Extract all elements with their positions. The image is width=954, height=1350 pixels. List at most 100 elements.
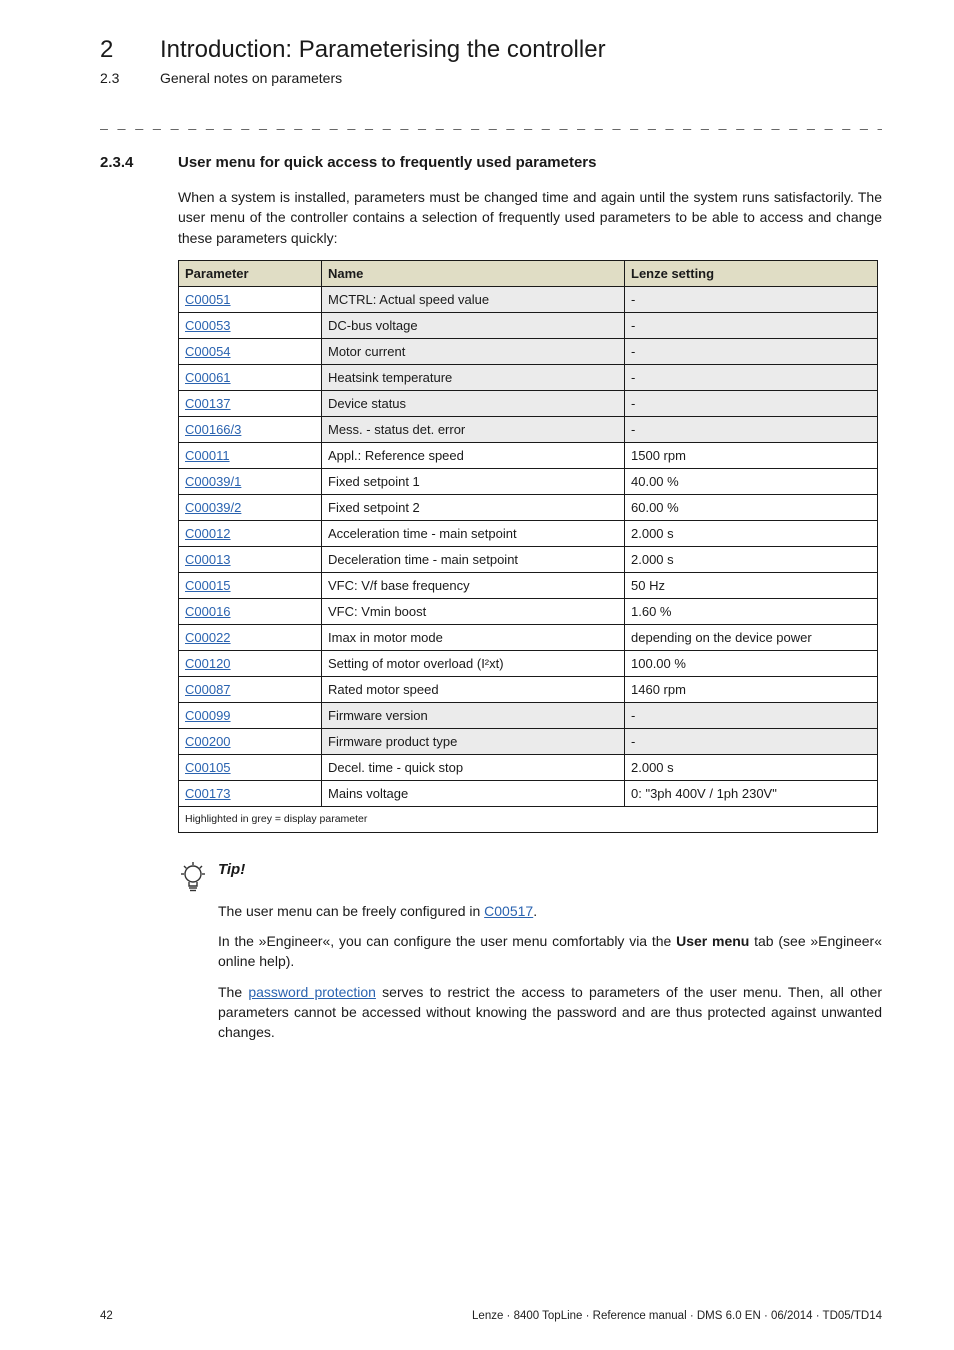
cell-parameter: C00039/1 (179, 468, 322, 494)
cell-setting: - (625, 702, 878, 728)
subsection-number: 2.3.4 (100, 154, 146, 171)
tip-heading: Tip! (218, 861, 245, 878)
param-link[interactable]: C00051 (185, 292, 231, 307)
section-title: General notes on parameters (160, 70, 342, 86)
table-row: C00120 Setting of motor overload (I²xt)10… (179, 650, 878, 676)
separator-line: _ _ _ _ _ _ _ _ _ _ _ _ _ _ _ _ _ _ _ _ … (100, 114, 882, 130)
subsection-title: User menu for quick access to frequently… (178, 154, 596, 171)
cell-name: Imax in motor mode (322, 624, 625, 650)
cell-name: Appl.: Reference speed (322, 442, 625, 468)
intro-paragraph: When a system is installed, parameters m… (178, 187, 882, 248)
param-link[interactable]: C00137 (185, 396, 231, 411)
link-password-protection[interactable]: password protection (248, 984, 376, 1000)
param-link[interactable]: C00200 (185, 734, 231, 749)
cell-name: Mains voltage (322, 780, 625, 806)
chapter-number: 2 (100, 36, 128, 64)
cell-name: Fixed setpoint 2 (322, 494, 625, 520)
table-row: C00105Decel. time - quick stop2.000 s (179, 754, 878, 780)
param-link[interactable]: C00173 (185, 786, 231, 801)
cell-setting: - (625, 312, 878, 338)
cell-parameter: C00053 (179, 312, 322, 338)
cell-name: Firmware version (322, 702, 625, 728)
link-c00517[interactable]: C00517 (484, 903, 533, 919)
col-header-name: Name (322, 260, 625, 286)
cell-setting: - (625, 364, 878, 390)
table-row: C00166/3Mess. - status det. error- (179, 416, 878, 442)
cell-parameter: C00061 (179, 364, 322, 390)
table-row: C00200Firmware product type- (179, 728, 878, 754)
cell-parameter: C00137 (179, 390, 322, 416)
param-link[interactable]: C00105 (185, 760, 231, 775)
cell-parameter: C00087 (179, 676, 322, 702)
cell-parameter: C00013 (179, 546, 322, 572)
tip-paragraph-1: The user menu can be freely configured i… (218, 901, 882, 921)
table-row: C00015 VFC: V/f base frequency50 Hz (179, 572, 878, 598)
cell-setting: 100.00 % (625, 650, 878, 676)
cell-parameter: C00011 (179, 442, 322, 468)
cell-setting: 50 Hz (625, 572, 878, 598)
cell-parameter: C00105 (179, 754, 322, 780)
param-link[interactable]: C00120 (185, 656, 231, 671)
table-row: C00013Deceleration time - main setpoint2… (179, 546, 878, 572)
cell-parameter: C00200 (179, 728, 322, 754)
param-link[interactable]: C00087 (185, 682, 231, 697)
cell-setting: 2.000 s (625, 546, 878, 572)
cell-name: Setting of motor overload (I²xt) (322, 650, 625, 676)
cell-setting: 1.60 % (625, 598, 878, 624)
table-row: C00011Appl.: Reference speed1500 rpm (179, 442, 878, 468)
chapter-title: Introduction: Parameterising the control… (160, 36, 606, 64)
cell-name: Device status (322, 390, 625, 416)
param-link[interactable]: C00061 (185, 370, 231, 385)
cell-parameter: C00051 (179, 286, 322, 312)
param-link[interactable]: C00039/2 (185, 500, 241, 515)
cell-setting: depending on the device power (625, 624, 878, 650)
cell-name: MCTRL: Actual speed value (322, 286, 625, 312)
param-link[interactable]: C00015 (185, 578, 231, 593)
cell-parameter: C00015 (179, 572, 322, 598)
lightbulb-icon (178, 861, 208, 895)
cell-setting: - (625, 390, 878, 416)
cell-name: DC-bus voltage (322, 312, 625, 338)
table-row: C00039/1Fixed setpoint 140.00 % (179, 468, 878, 494)
table-row: C00012 Acceleration time - main setpoint2… (179, 520, 878, 546)
param-link[interactable]: C00016 (185, 604, 231, 619)
param-link[interactable]: C00022 (185, 630, 231, 645)
param-link[interactable]: C00054 (185, 344, 231, 359)
cell-name: Heatsink temperature (322, 364, 625, 390)
cell-setting: 60.00 % (625, 494, 878, 520)
table-row: C00087Rated motor speed1460 rpm (179, 676, 878, 702)
footer-info: Lenze · 8400 TopLine · Reference manual … (472, 1310, 882, 1322)
param-link[interactable]: C00053 (185, 318, 231, 333)
cell-setting: - (625, 416, 878, 442)
table-row: C00099 Firmware version- (179, 702, 878, 728)
cell-name: Motor current (322, 338, 625, 364)
cell-parameter: C00039/2 (179, 494, 322, 520)
cell-name: VFC: V/f base frequency (322, 572, 625, 598)
cell-parameter: C00166/3 (179, 416, 322, 442)
cell-setting: - (625, 338, 878, 364)
cell-setting: 0: "3ph 400V / 1ph 230V" (625, 780, 878, 806)
cell-parameter: C00173 (179, 780, 322, 806)
page-number: 42 (100, 1310, 113, 1322)
table-row: C00061 Heatsink temperature- (179, 364, 878, 390)
param-link[interactable]: C00039/1 (185, 474, 241, 489)
cell-setting: - (625, 286, 878, 312)
param-link[interactable]: C00099 (185, 708, 231, 723)
cell-setting: 40.00 % (625, 468, 878, 494)
table-row: C00039/2 Fixed setpoint 260.00 % (179, 494, 878, 520)
parameter-table: Parameter Name Lenze setting C00051MCTRL… (178, 260, 878, 833)
param-link[interactable]: C00011 (185, 448, 230, 463)
param-link[interactable]: C00166/3 (185, 422, 241, 437)
cell-name: Decel. time - quick stop (322, 754, 625, 780)
param-link[interactable]: C00013 (185, 552, 231, 567)
cell-name: Acceleration time - main setpoint (322, 520, 625, 546)
cell-name: VFC: Vmin boost (322, 598, 625, 624)
cell-setting: - (625, 728, 878, 754)
table-row: C00054 Motor current- (179, 338, 878, 364)
table-row: C00053 DC-bus voltage- (179, 312, 878, 338)
table-row: C00051 MCTRL: Actual speed value- (179, 286, 878, 312)
cell-parameter: C00012 (179, 520, 322, 546)
cell-setting: 2.000 s (625, 520, 878, 546)
param-link[interactable]: C00012 (185, 526, 231, 541)
table-row: C00173 Mains voltage0: "3ph 400V / 1ph 23… (179, 780, 878, 806)
